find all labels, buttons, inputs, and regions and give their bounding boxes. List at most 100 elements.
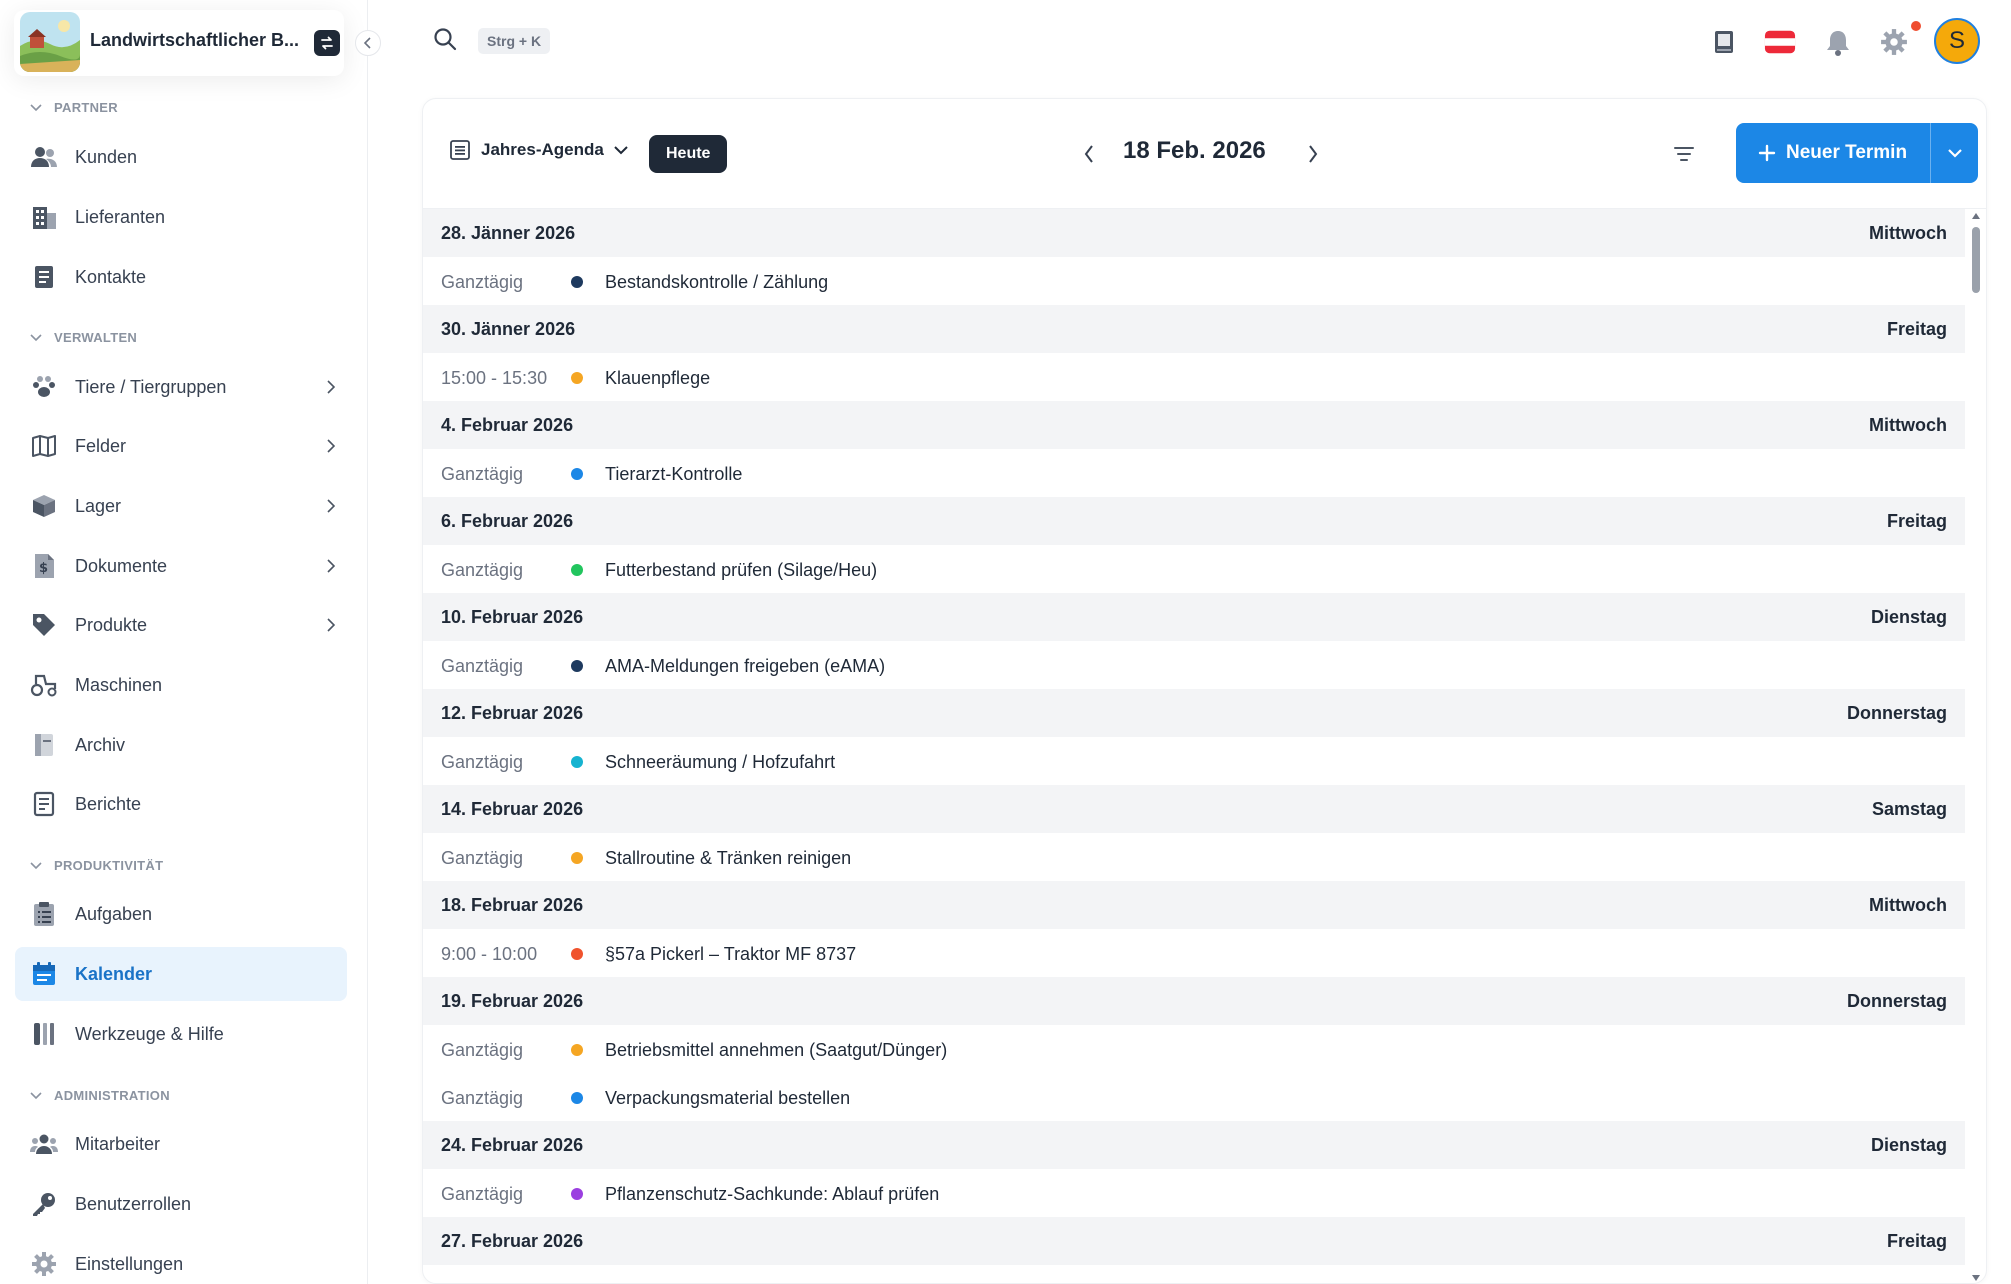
event-color-dot bbox=[571, 1092, 583, 1104]
event-time: 15:00 - 15:30 bbox=[441, 368, 548, 388]
agenda-event[interactable]: Ganztägig AMA-Meldungen freigeben (eAMA) bbox=[423, 641, 1965, 689]
day-date: 30. Jänner 2026 bbox=[441, 319, 576, 339]
sidebar-item-lieferanten[interactable]: Lieferanten bbox=[15, 190, 347, 244]
day-header: 30. Jänner 2026 Freitag bbox=[423, 305, 1965, 353]
chevron-down-icon bbox=[30, 861, 42, 869]
event-color-dot bbox=[571, 660, 583, 672]
new-appointment-options-button[interactable] bbox=[1931, 123, 1978, 183]
map-icon bbox=[30, 432, 58, 460]
chevron-right-icon bbox=[323, 556, 339, 576]
agenda-event[interactable]: Ganztägig Tierarzt-Kontrolle bbox=[423, 449, 1965, 497]
gear-icon bbox=[1881, 29, 1907, 55]
search-button[interactable] bbox=[432, 26, 460, 54]
sidebar-item-kontakte[interactable]: Kontakte bbox=[15, 250, 347, 304]
day-header: 4. Februar 2026 Mittwoch bbox=[423, 401, 1965, 449]
view-selector[interactable]: Jahres-Agenda bbox=[449, 139, 628, 161]
event-title: Betriebsmittel annehmen (Saatgut/Dünger) bbox=[605, 1040, 948, 1060]
collapse-sidebar-button[interactable] bbox=[355, 30, 381, 56]
day-header: 14. Februar 2026 Samstag bbox=[423, 785, 1965, 833]
section-produktivitaet[interactable]: PRODUKTIVITÄT bbox=[30, 858, 163, 873]
sidebar-item-einstellungen[interactable]: Einstellungen bbox=[15, 1237, 347, 1284]
agenda-event[interactable]: Ganztägig Stallroutine & Tränken reinigen bbox=[423, 833, 1965, 881]
day-header: 10. Februar 2026 Dienstag bbox=[423, 593, 1965, 641]
chevron-left-icon bbox=[1084, 145, 1093, 163]
notifications-button[interactable] bbox=[1822, 26, 1854, 58]
sidebar-item-label: Kalender bbox=[75, 964, 153, 984]
day-header: 27. Februar 2026 Freitag bbox=[423, 1217, 1965, 1265]
today-button[interactable]: Heute bbox=[649, 135, 728, 173]
section-verwalten[interactable]: VERWALTEN bbox=[30, 330, 137, 345]
section-partner[interactable]: PARTNER bbox=[30, 100, 118, 115]
event-title: Tierarzt-Kontrolle bbox=[605, 464, 743, 484]
section-title: PRODUKTIVITÄT bbox=[54, 858, 164, 873]
agenda-event[interactable]: Ganztägig Pflanzenschutz-Sachkunde: Ablau… bbox=[423, 1169, 1965, 1217]
filter-button[interactable] bbox=[1671, 141, 1697, 167]
austria-flag-icon bbox=[1764, 30, 1796, 54]
day-weekday: Mittwoch bbox=[1869, 895, 1947, 915]
language-switcher[interactable] bbox=[1764, 26, 1796, 58]
sidebar-item-dokumente[interactable]: $ Dokumente bbox=[15, 539, 347, 593]
agenda-event[interactable]: Ganztägig Futterbestand prüfen (Silage/He… bbox=[423, 545, 1965, 593]
sidebar-item-kunden[interactable]: Kunden bbox=[15, 130, 347, 184]
day-weekday: Freitag bbox=[1886, 319, 1947, 339]
sidebar-item-aufgaben[interactable]: Aufgaben bbox=[15, 887, 347, 941]
sidebar-item-lager[interactable]: Lager bbox=[15, 479, 347, 533]
agenda-event[interactable]: Ganztägig Bestandskontrolle / Zählung bbox=[423, 257, 1965, 305]
day-header: 12. Februar 2026 Donnerstag bbox=[423, 689, 1965, 737]
scroll-down-arrow-icon[interactable] bbox=[1971, 1273, 1981, 1283]
calendar-icon bbox=[30, 960, 58, 988]
chevron-down-icon bbox=[30, 103, 42, 111]
scroll-thumb[interactable] bbox=[1972, 227, 1980, 293]
event-title: §57a Pickerl – Traktor MF 8737 bbox=[605, 944, 857, 964]
event-color-dot bbox=[571, 852, 583, 864]
day-weekday: Donnerstag bbox=[1846, 991, 1947, 1011]
svg-text:$: $ bbox=[39, 561, 48, 576]
sidebar-item-produkte[interactable]: Produkte bbox=[15, 598, 347, 652]
agenda-scrollbar[interactable] bbox=[1968, 209, 1984, 1283]
event-time: Ganztägig bbox=[441, 464, 524, 484]
day-header: 28. Jänner 2026 Mittwoch bbox=[423, 209, 1965, 257]
sidebar-item-tiere[interactable]: Tiere / Tiergruppen bbox=[15, 360, 347, 414]
agenda-event[interactable]: 15:00 - 15:30 Klauenpflege bbox=[423, 353, 1965, 401]
company-switcher[interactable]: Landwirtschaftlicher B... bbox=[14, 10, 344, 76]
agenda-event[interactable]: Ganztägig Verpackungsmaterial bestellen bbox=[423, 1073, 1965, 1121]
bell-icon bbox=[1827, 31, 1849, 56]
team-icon bbox=[30, 1130, 58, 1158]
event-time: 9:00 - 10:00 bbox=[441, 944, 538, 964]
agenda-event[interactable]: 9:00 - 10:00 §57a Pickerl – Traktor MF 87… bbox=[423, 929, 1965, 977]
sidebar-item-kalender[interactable]: Kalender bbox=[15, 947, 347, 1001]
sidebar-item-mitarbeiter[interactable]: Mitarbeiter bbox=[15, 1117, 347, 1171]
switch-company-icon[interactable] bbox=[314, 30, 340, 56]
sidebar-item-label: Tiere / Tiergruppen bbox=[75, 377, 227, 397]
sidebar-item-label: Kunden bbox=[75, 147, 138, 167]
event-time: Ganztägig bbox=[441, 656, 524, 676]
event-title: Futterbestand prüfen (Silage/Heu) bbox=[605, 560, 878, 580]
settings-button[interactable] bbox=[1878, 26, 1910, 58]
sidebar-item-benutzerrollen[interactable]: Benutzerrollen bbox=[15, 1177, 347, 1231]
next-period-button[interactable] bbox=[1301, 141, 1325, 167]
sidebar-item-berichte[interactable]: Berichte bbox=[15, 777, 347, 831]
sidebar-item-felder[interactable]: Felder bbox=[15, 419, 347, 473]
sidebar-item-werkzeuge[interactable]: Werkzeuge & Hilfe bbox=[15, 1007, 347, 1061]
event-title: Pflanzenschutz-Sachkunde: Ablauf prüfen bbox=[605, 1184, 940, 1204]
new-appointment-button[interactable]: Neuer Termin bbox=[1736, 123, 1930, 183]
sidebar-item-label: Maschinen bbox=[75, 675, 163, 695]
agenda-event[interactable]: Ganztägig Schneeräumung / Hofzufahrt bbox=[423, 737, 1965, 785]
day-weekday: Freitag bbox=[1886, 511, 1947, 531]
scroll-up-arrow-icon[interactable] bbox=[1971, 211, 1981, 221]
event-title: Schneeräumung / Hofzufahrt bbox=[605, 752, 836, 772]
event-color-dot bbox=[571, 948, 583, 960]
sidebar-item-label: Lager bbox=[75, 496, 122, 516]
agenda-event[interactable]: Ganztägig Betriebsmittel annehmen (Saatgu… bbox=[423, 1025, 1965, 1073]
contact-card-icon bbox=[30, 263, 58, 291]
sidebar-item-maschinen[interactable]: Maschinen bbox=[15, 658, 347, 712]
day-header: 6. Februar 2026 Freitag bbox=[423, 497, 1965, 545]
previous-period-button[interactable] bbox=[1077, 141, 1101, 167]
section-administration[interactable]: ADMINISTRATION bbox=[30, 1088, 170, 1103]
help-book-button[interactable] bbox=[1708, 26, 1740, 58]
event-color-dot bbox=[571, 276, 583, 288]
chevron-right-icon bbox=[323, 496, 339, 516]
user-avatar[interactable]: S bbox=[1934, 18, 1980, 64]
sidebar-item-archiv[interactable]: Archiv bbox=[15, 718, 347, 772]
search-shortcut-hint: Strg + K bbox=[478, 28, 551, 54]
